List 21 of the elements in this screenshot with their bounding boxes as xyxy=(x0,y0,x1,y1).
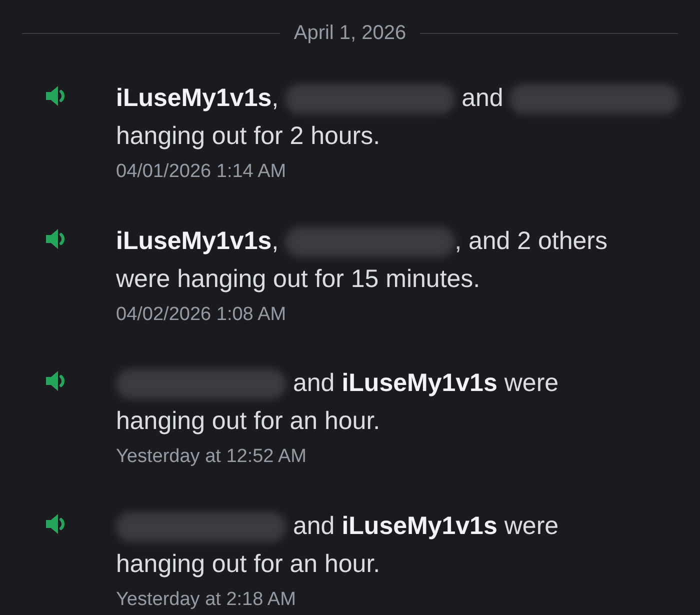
user-name[interactable]: iLuseMy1v1s xyxy=(116,80,272,118)
user-name[interactable]: iLuseMy1v1s xyxy=(116,222,272,260)
message-text: , xyxy=(272,226,279,257)
message-text: hanging out for 2 hours. xyxy=(116,121,380,152)
message-text: were xyxy=(504,368,559,400)
message-text: and xyxy=(293,510,335,542)
user-name[interactable]: iLuseMy1v1s xyxy=(342,365,498,403)
user-name[interactable]: iLuseMy1v1s xyxy=(342,508,498,546)
message-text: and xyxy=(462,83,504,114)
timestamp: 04/02/2026 1:08 AM xyxy=(116,302,288,326)
message-text: and xyxy=(293,368,335,400)
message-text: , and 2 others xyxy=(454,226,608,257)
message-text: , xyxy=(272,83,279,114)
message-text: were hanging out for 15 minutes. xyxy=(116,264,480,295)
message-text: were xyxy=(504,510,559,542)
message-text: hanging out for an hour. xyxy=(116,548,380,580)
timestamp: Yesterday at 2:18 AM xyxy=(116,588,297,612)
timestamp: 04/01/2026 1:14 AM xyxy=(116,160,288,184)
date-divider: April 1, 2026 xyxy=(292,21,408,46)
message-text: hanging out for an hour. xyxy=(116,406,380,438)
timestamp: Yesterday at 12:52 AM xyxy=(116,445,308,469)
